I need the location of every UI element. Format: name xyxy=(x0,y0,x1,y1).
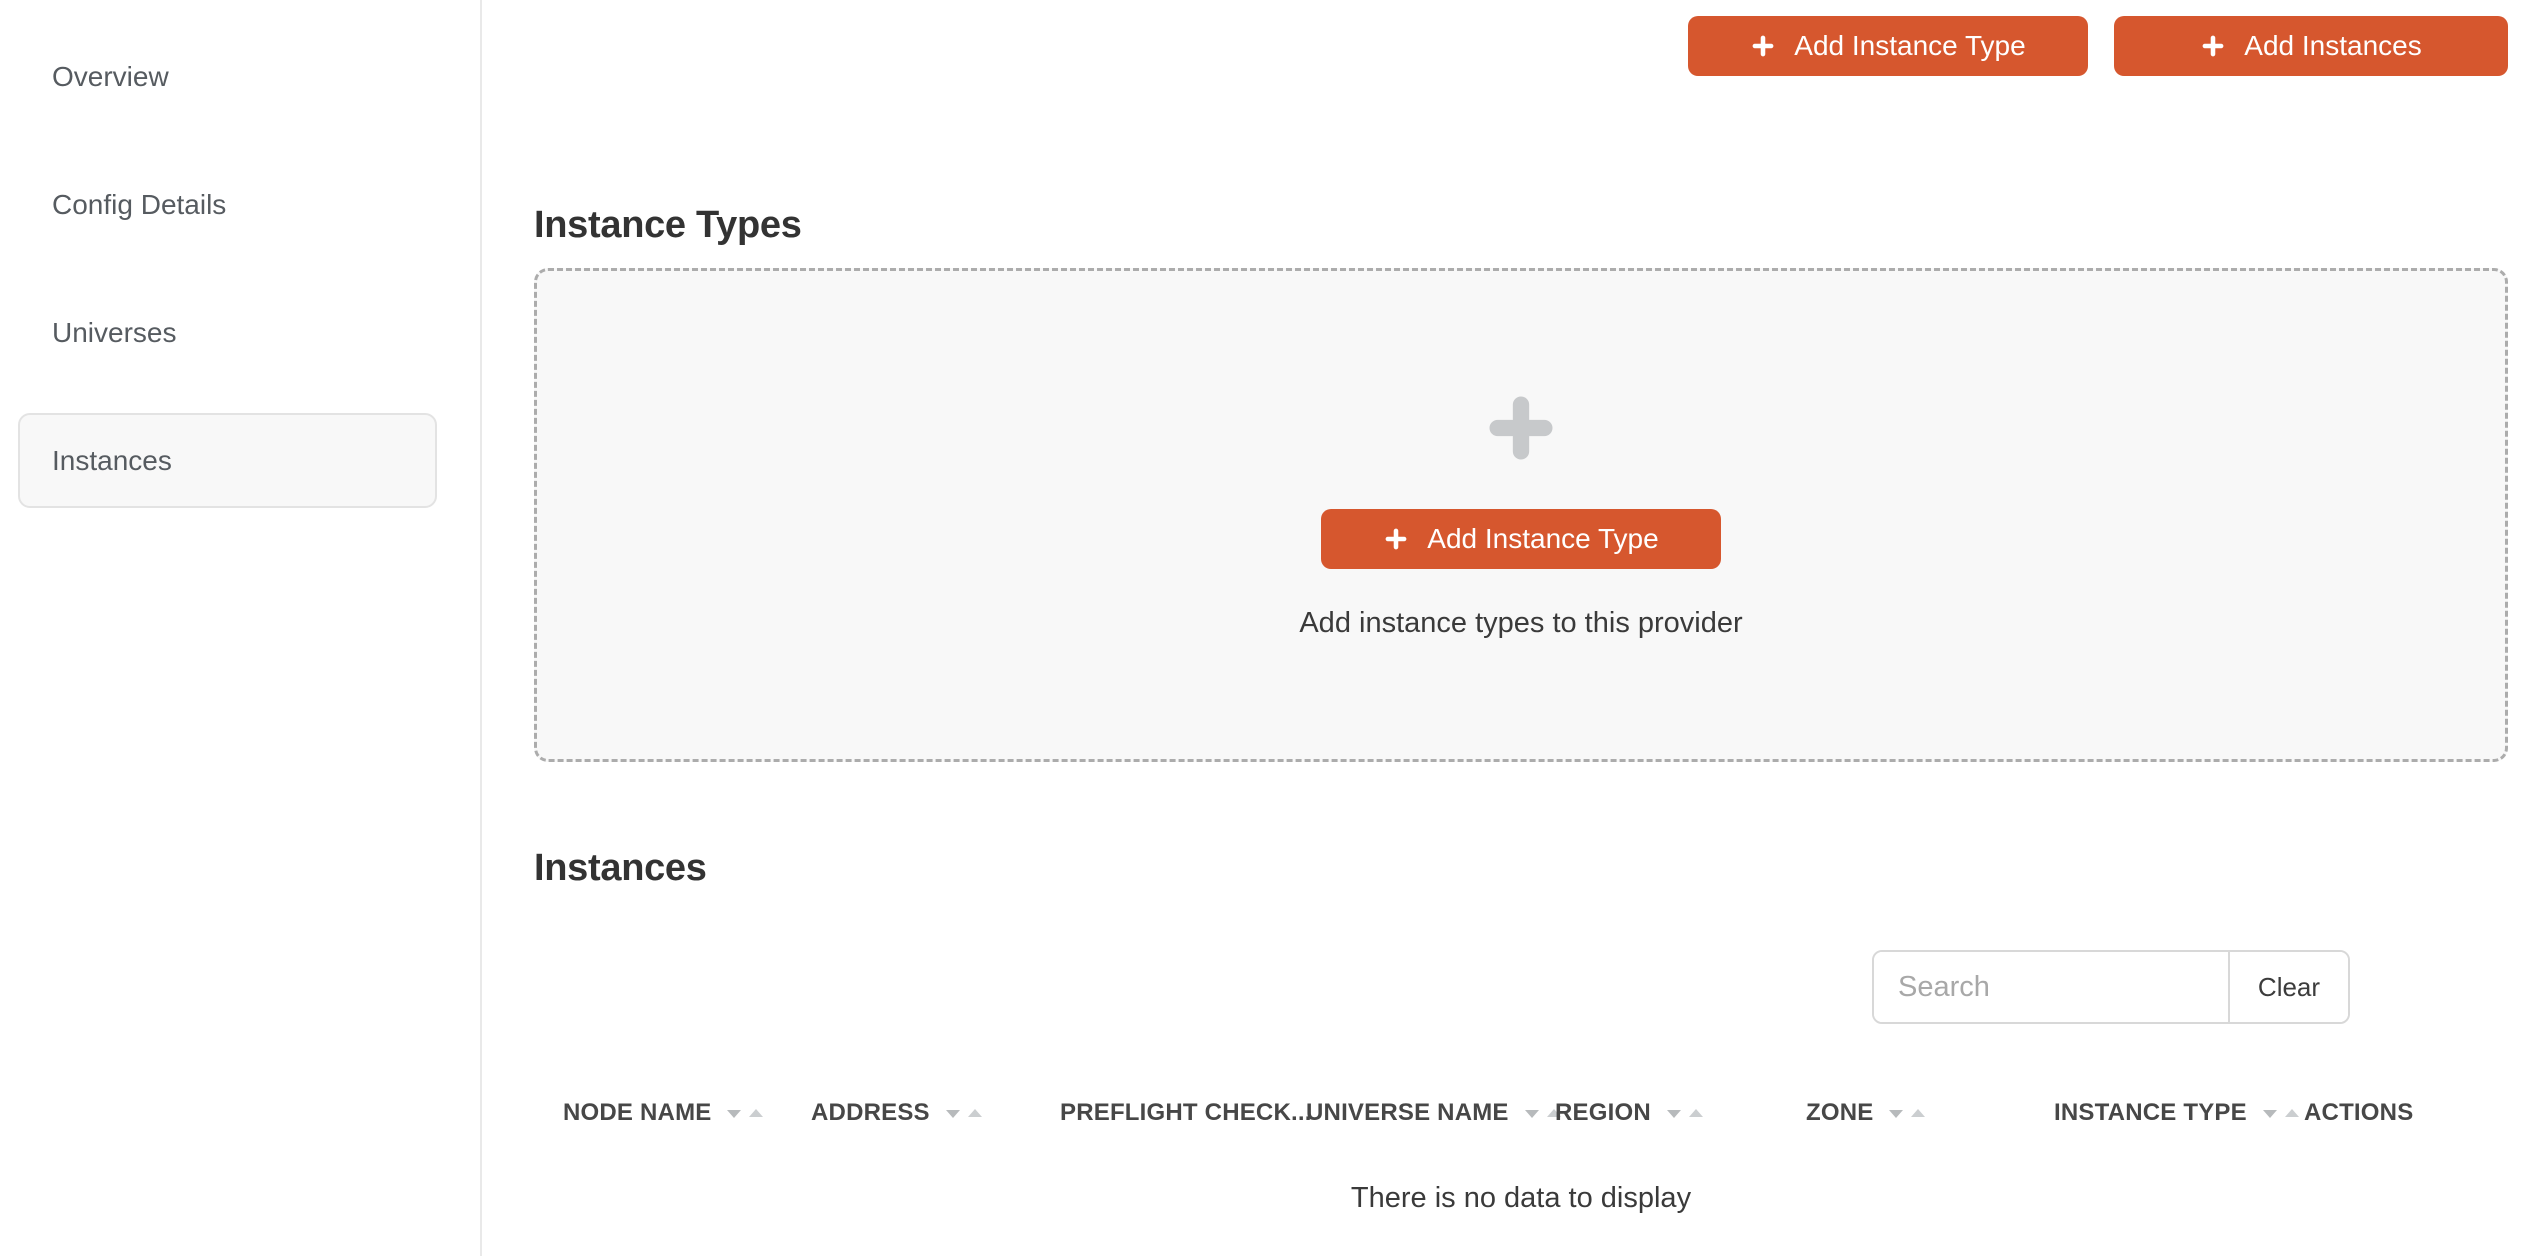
sidebar-item-universes[interactable]: Universes xyxy=(18,285,437,380)
plus-icon xyxy=(1383,526,1409,552)
empty-state-caption: Add instance types to this provider xyxy=(1299,607,1743,639)
sort-desc-icon xyxy=(2262,1109,2277,1118)
instance-types-empty-panel: Add Instance Type Add instance types to … xyxy=(534,268,2508,762)
sort-desc-icon xyxy=(1524,1109,1539,1118)
column-header-zone[interactable]: ZONE xyxy=(1806,1090,1927,1136)
sort-icons xyxy=(1887,1107,1927,1120)
sort-asc-icon xyxy=(967,1108,982,1117)
column-label: REGION xyxy=(1555,1099,1651,1126)
instance-types-title: Instance Types xyxy=(534,203,802,246)
add-instance-type-button-panel[interactable]: Add Instance Type xyxy=(1321,509,1721,569)
sidebar-item-label: Config Details xyxy=(52,188,227,220)
search-input[interactable] xyxy=(1874,952,2228,1022)
column-header-address[interactable]: ADDRESS xyxy=(811,1090,984,1136)
column-header-preflight-check: PREFLIGHT CHECK... xyxy=(1060,1090,1312,1136)
instances-title: Instances xyxy=(534,846,707,889)
sidebar-item-label: Universes xyxy=(52,316,177,348)
sort-icons xyxy=(2261,1107,2301,1120)
table-empty-message: There is no data to display xyxy=(1350,1182,1692,1214)
sort-desc-icon xyxy=(1666,1109,1681,1118)
sort-desc-icon xyxy=(727,1109,742,1118)
column-label: ACTIONS xyxy=(2304,1099,2414,1126)
sort-asc-icon xyxy=(1911,1108,1926,1117)
column-header-node-name[interactable]: NODE NAME xyxy=(563,1090,765,1136)
sidebar: Overview Config Details Universes Instan… xyxy=(0,0,482,1256)
instances-page: Overview Config Details Universes Instan… xyxy=(0,0,2528,1256)
search-group: Clear xyxy=(1872,950,2350,1024)
sort-asc-icon xyxy=(1688,1108,1703,1117)
sort-icons xyxy=(725,1107,765,1120)
column-label: UNIVERSE NAME xyxy=(1306,1099,1509,1126)
column-header-instance-type[interactable]: INSTANCE TYPE xyxy=(2054,1090,2301,1136)
sidebar-item-config-details[interactable]: Config Details xyxy=(18,157,437,252)
clear-button[interactable]: Clear xyxy=(2228,952,2348,1022)
sidebar-item-overview[interactable]: Overview xyxy=(18,29,437,124)
plus-icon xyxy=(2200,33,2226,59)
sort-asc-icon xyxy=(749,1108,764,1117)
sort-desc-icon xyxy=(945,1109,960,1118)
column-label: INSTANCE TYPE xyxy=(2054,1099,2247,1126)
sidebar-item-label: Overview xyxy=(52,60,169,92)
column-header-actions: ACTIONS xyxy=(2304,1090,2413,1136)
sort-desc-icon xyxy=(1889,1109,1904,1118)
column-header-region[interactable]: REGION xyxy=(1555,1090,1705,1136)
column-label: PREFLIGHT CHECK... xyxy=(1060,1099,1312,1126)
column-label: ADDRESS xyxy=(811,1099,930,1126)
column-header-universe-name[interactable]: UNIVERSE NAME xyxy=(1306,1090,1563,1136)
column-label: ZONE xyxy=(1806,1099,1874,1126)
add-instance-type-label: Add Instance Type xyxy=(1427,523,1659,554)
column-label: NODE NAME xyxy=(563,1099,712,1126)
plus-icon xyxy=(1750,33,1776,59)
sort-icons xyxy=(944,1107,984,1120)
sidebar-item-instances[interactable]: Instances xyxy=(18,413,437,508)
add-instances-label: Add Instances xyxy=(2244,30,2422,61)
add-instance-type-button[interactable]: Add Instance Type xyxy=(1688,16,2088,76)
sidebar-item-label: Instances xyxy=(52,444,172,476)
add-instances-button[interactable]: Add Instances xyxy=(2114,16,2508,76)
sort-icons xyxy=(1665,1107,1705,1120)
sort-asc-icon xyxy=(2284,1108,2299,1117)
add-instance-type-label: Add Instance Type xyxy=(1794,30,2026,61)
plus-icon xyxy=(1486,393,1556,468)
